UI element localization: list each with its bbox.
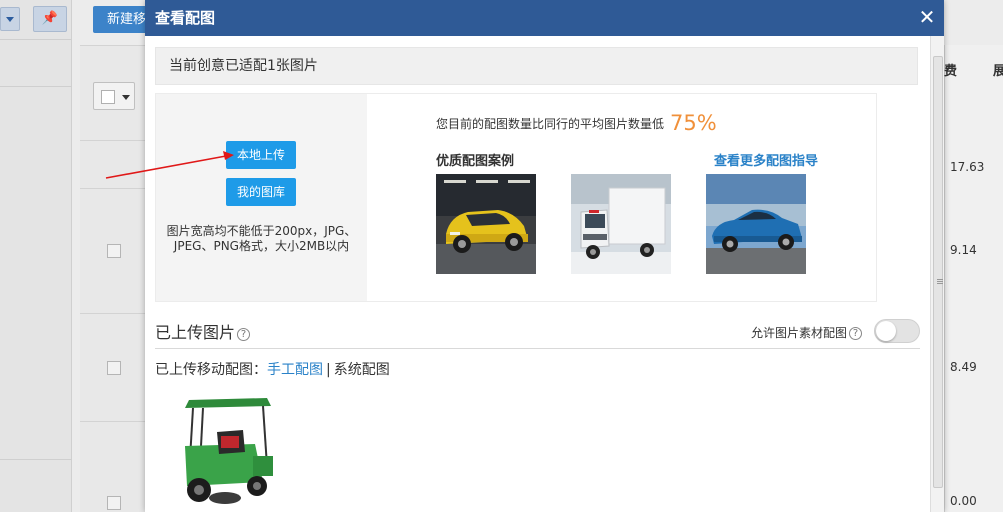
uploaded-title-text: 已上传图片 <box>155 323 236 342</box>
row-checkbox[interactable] <box>107 496 121 510</box>
local-upload-button[interactable]: 本地上传 <box>226 141 296 169</box>
system-image-link[interactable]: 系统配图 <box>334 362 390 378</box>
upload-panel: 本地上传 我的图库 图片宽高均不能低于200px，JPG、JPEG、PNG格式，… <box>155 93 877 302</box>
case-image-white-truck[interactable] <box>571 174 671 274</box>
summary-banner: 当前创意已适配1张图片 <box>155 47 918 85</box>
help-icon[interactable]: ? <box>849 327 863 340</box>
cell-value: 9.14 <box>950 243 977 257</box>
grip-icon <box>937 279 943 284</box>
close-icon[interactable]: ✕ <box>918 0 936 36</box>
mobile-label: 已上传移动配图： <box>155 362 267 378</box>
view-images-dialog: 查看配图 ✕ 当前创意已适配1张图片 本地上传 我的图库 图片宽高均不能低于20… <box>145 0 944 512</box>
cell-value: 0.00 <box>950 494 977 508</box>
more-guide-link[interactable]: 查看更多配图指导 <box>714 150 818 169</box>
chevron-down-icon <box>6 17 14 22</box>
cell-value: 8.49 <box>950 360 977 374</box>
quality-cases-title: 优质配图案例 <box>436 154 515 169</box>
uploaded-images-title: 已上传图片? <box>155 319 251 343</box>
cell-value: 17.63 <box>950 160 985 174</box>
column-header[interactable]: 展 <box>993 60 1003 79</box>
chevron-down-icon <box>122 95 130 100</box>
scrollbar-thumb[interactable] <box>933 56 943 488</box>
my-gallery-button[interactable]: 我的图库 <box>226 178 296 206</box>
background-divider <box>0 86 72 87</box>
pin-button[interactable]: 📌 <box>33 6 67 32</box>
help-icon[interactable]: ? <box>237 328 251 341</box>
row-checkbox[interactable] <box>107 361 121 375</box>
new-button[interactable]: 新建移 <box>93 6 153 33</box>
stats-percent: 75% <box>670 111 717 135</box>
uploaded-image-thumbnail[interactable] <box>159 386 289 512</box>
upload-column: 本地上传 我的图库 图片宽高均不能低于200px，JPG、JPEG、PNG格式，… <box>156 94 367 301</box>
select-all-dropdown[interactable] <box>93 82 135 110</box>
dialog-scrollbar[interactable] <box>930 36 944 512</box>
case-image-blue-car[interactable] <box>706 174 806 274</box>
image-count-stats: 您目前的配图数量比同行的平均图片数量低 75% <box>436 111 717 135</box>
section-divider <box>155 348 920 349</box>
upload-hint: 图片宽高均不能低于200px，JPG、JPEG、PNG格式，大小2MB以内 <box>166 224 357 253</box>
allow-material-text: 允许图片素材配图 <box>751 326 848 340</box>
pin-icon: 📌 <box>41 11 59 26</box>
column-header[interactable]: 费 <box>944 60 957 79</box>
background-dropdown[interactable] <box>0 7 20 31</box>
link-separator: | <box>326 362 331 378</box>
background-divider <box>0 39 72 40</box>
row-checkbox[interactable] <box>107 244 121 258</box>
dialog-body: 当前创意已适配1张图片 本地上传 我的图库 图片宽高均不能低于200px，JPG… <box>145 36 930 512</box>
background-right-column <box>944 45 1003 512</box>
dialog-title: 查看配图 <box>155 9 216 27</box>
background-divider <box>0 459 72 460</box>
toggle-knob <box>876 321 896 341</box>
dialog-header: 查看配图 ✕ <box>145 0 944 36</box>
case-image-yellow-car[interactable] <box>436 174 536 274</box>
allow-material-toggle[interactable] <box>874 319 920 343</box>
checkbox[interactable] <box>101 90 115 104</box>
manual-image-link[interactable]: 手工配图 <box>267 362 323 378</box>
mobile-images-row: 已上传移动配图：手工配图 | 系统配图 <box>155 359 390 379</box>
stats-text: 您目前的配图数量比同行的平均图片数量低 <box>436 117 665 131</box>
background-left-panel: 📌 <box>0 0 72 512</box>
allow-material-label: 允许图片素材配图? <box>751 324 863 341</box>
